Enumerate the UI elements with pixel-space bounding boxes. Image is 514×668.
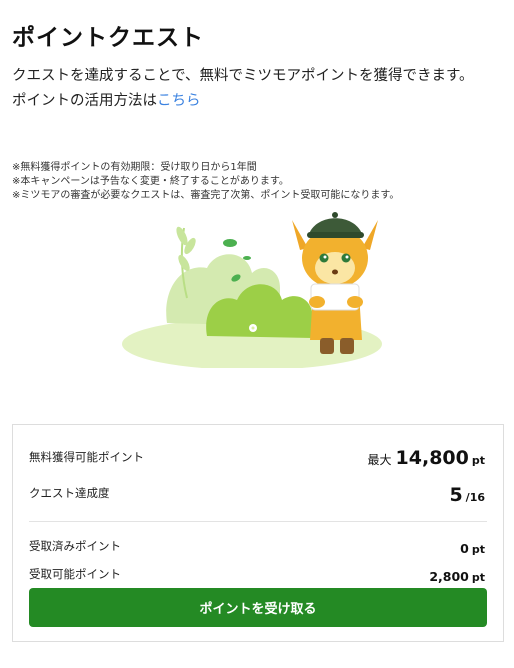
free-points-prefix: 最大: [367, 453, 392, 467]
intro-section: クエストを達成することで、無料でミツモアポイントを獲得できます。 ポイントの活用…: [12, 64, 490, 114]
claim-points-button[interactable]: ポイントを受け取る: [29, 588, 487, 627]
quest-progress-label: クエスト達成度: [29, 486, 110, 500]
received-points-value: 0: [460, 541, 469, 556]
received-points-value-group: 0 pt: [460, 538, 485, 557]
page-title: ポイントクエスト: [12, 25, 204, 51]
free-points-value-group: 最大 14,800 pt: [368, 447, 485, 469]
quest-total-count: /16: [465, 491, 485, 504]
how-to-line: ポイントの活用方法はこちら: [12, 89, 490, 114]
receivable-points-value-group: 2,800 pt: [429, 566, 485, 585]
note-item: ※無料獲得ポイントの有効期限：受け取り日から1年間: [12, 162, 257, 173]
receivable-points-unit: pt: [471, 571, 485, 584]
notes-list: ※無料獲得ポイントの有効期限：受け取り日から1年間 ※本キャンペーンは予告なく変…: [12, 161, 506, 203]
quest-progress-row: クエスト達成度 5/16: [29, 484, 485, 509]
how-to-prefix: ポイントの活用方法は: [12, 93, 157, 109]
note-item: ※本キャンペーンは予告なく変更・終了することがあります。: [12, 176, 289, 187]
quest-done-count: 5: [449, 484, 463, 506]
note-item: ※ミツモアの審査が必要なクエストは、審査完了次第、ポイント受取可能になります。: [12, 190, 400, 201]
mascot-illustration: [122, 212, 382, 368]
leaf-dark: [243, 256, 251, 260]
received-points-row: 受取済みポイント 0 pt: [29, 538, 485, 558]
points-summary-card: 無料獲得可能ポイント 最大 14,800 pt クエスト達成度 5/16 受取済みポ…: [12, 424, 504, 642]
receivable-points-row: 受取可能ポイント 2,800 pt: [29, 566, 485, 586]
leaf-dark: [223, 239, 237, 247]
receivable-points-label: 受取可能ポイント: [29, 567, 121, 581]
free-points-label: 無料獲得可能ポイント: [29, 450, 144, 464]
free-points-unit: pt: [471, 454, 485, 467]
received-points-unit: pt: [471, 543, 485, 556]
received-points-label: 受取済みポイント: [29, 539, 121, 553]
how-to-link[interactable]: こちら: [157, 93, 201, 109]
free-points-row: 無料獲得可能ポイント 最大 14,800 pt: [29, 447, 485, 473]
intro-text: クエストを達成することで、無料でミツモアポイントを獲得できます。: [12, 68, 474, 84]
receivable-points-value: 2,800: [429, 569, 469, 584]
quest-progress-value-group: 5/16: [449, 484, 485, 506]
card-divider: [29, 521, 487, 522]
free-points-value: 14,800: [395, 447, 469, 469]
